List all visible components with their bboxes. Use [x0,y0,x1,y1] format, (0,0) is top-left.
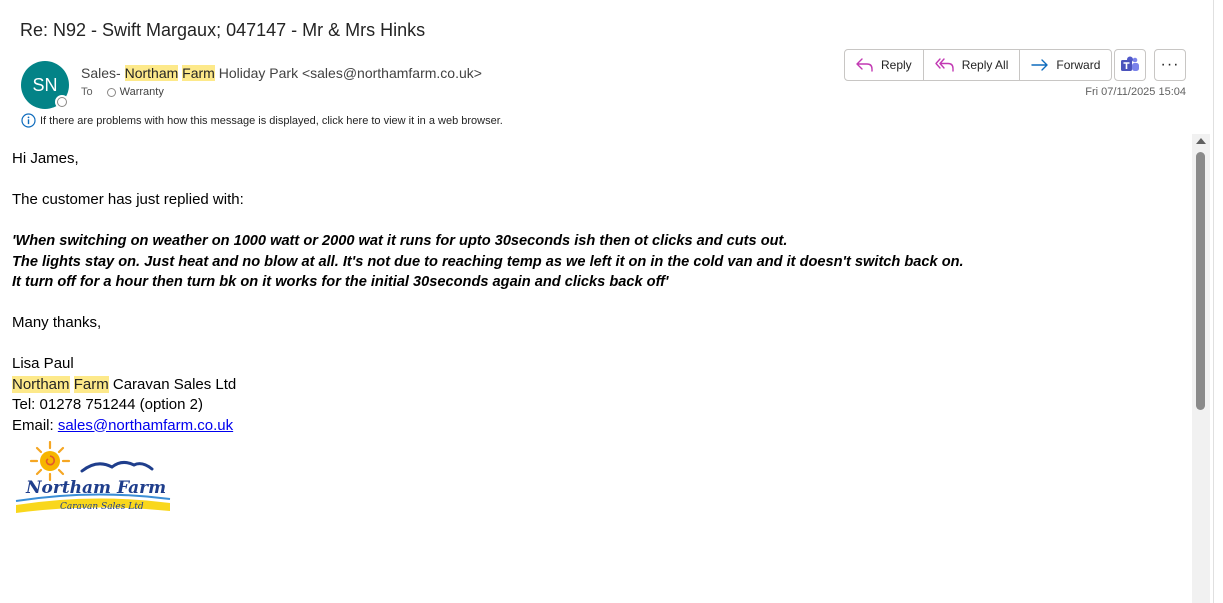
email-link[interactable]: sales@northamfarm.co.uk [58,417,233,434]
info-bar[interactable]: If there are problems with how this mess… [21,113,503,128]
sender-line[interactable]: Sales- Northam Farm Holiday Park <sales@… [81,65,482,81]
sun-icon [29,440,71,482]
email-subject: Re: N92 - Swift Margaux; 047147 - Mr & M… [20,20,426,40]
reply-icon [856,58,873,72]
sender-suffix: Holiday Park <sales@northamfarm.co.uk> [214,65,482,81]
recipient-name[interactable]: Warranty [120,86,164,98]
info-message: If there are problems with how this mess… [40,114,503,127]
teams-chat-button[interactable] [1114,49,1146,81]
quote-line-2: The lights stay on. Just heat and no blo… [12,253,964,270]
email-label: Email: [12,416,58,434]
northam-farm-logo: Northam Farm Caravan Sales Ltd [15,440,171,513]
reply-all-icon [934,58,954,72]
message-body: Hi James, The customer has just replied … [12,149,1182,520]
quote-line-1: 'When switching on weather on 1000 watt … [12,233,788,249]
signature-email: Email: sales@northamfarm.co.uk [12,416,1182,437]
forward-label: Forward [1056,58,1101,72]
reply-label: Reply [881,58,912,72]
to-label: To [81,86,93,98]
forward-arrow-icon [1031,59,1049,71]
recipient-presence-icon [106,87,116,97]
message-actions: Reply Reply All Forward [844,49,1113,81]
signature-company: Northam Farm Caravan Sales Ltd [12,375,1182,396]
pane-edge [1213,0,1223,603]
signature-tel: Tel: 01278 751244 (option 2) [12,396,203,413]
logo-subtitle: Caravan Sales Ltd [60,502,144,512]
avatar-initials: SN [32,74,58,95]
sender-highlight-farm: Farm [182,65,215,81]
sender-prefix: Sales- [81,65,125,81]
greeting: Hi James, [12,150,79,167]
teams-icon [1121,56,1139,71]
sender-highlight-northam: Northam [124,65,179,81]
scroll-thumb[interactable] [1196,152,1205,410]
company-rest: Caravan Sales Ltd [108,375,237,393]
more-actions-button[interactable]: ··· [1154,49,1186,81]
forward-button[interactable]: Forward [1019,50,1111,80]
scroll-up-arrow-icon[interactable] [1196,138,1206,144]
info-icon [21,113,36,128]
vertical-scrollbar[interactable] [1192,134,1210,603]
reply-all-button[interactable]: Reply All [922,50,1020,80]
reply-button[interactable]: Reply [845,50,923,80]
more-icon: ··· [1160,56,1180,73]
company-highlight-farm: Farm [73,375,109,393]
company-highlight-northam: Northam [12,375,70,393]
signature-name: Lisa Paul [12,355,74,372]
reply-all-label: Reply All [961,58,1009,72]
email-reading-pane: Re: N92 - Swift Margaux; 047147 - Mr & M… [0,0,1223,603]
intro-line: The customer has just replied with: [12,191,244,208]
recipient-row: To Warranty [81,86,164,98]
signoff: Many thanks, [12,314,102,331]
received-date: Fri 07/11/2025 15:04 [1085,86,1186,98]
quote-line-3: It turn off for a hour then turn bk on i… [12,274,669,290]
logo-title: Northam Farm [25,478,166,498]
birds-wave-icon [80,460,154,473]
presence-status-icon [55,95,69,109]
